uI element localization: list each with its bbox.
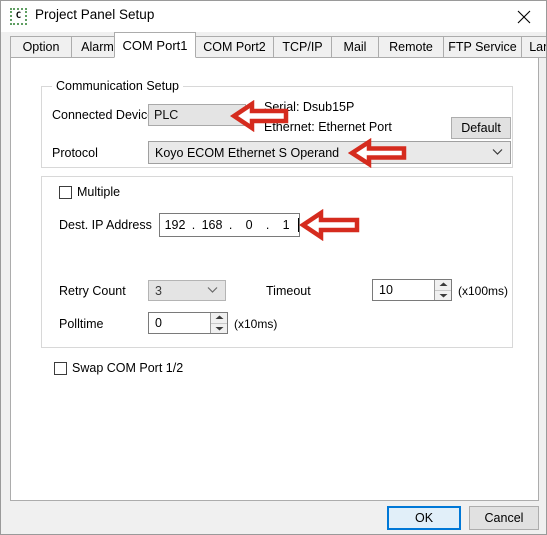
polltime-stepper[interactable]: 0 (148, 312, 228, 334)
chevron-down-icon (207, 286, 218, 296)
communication-setup-legend: Communication Setup (52, 79, 183, 93)
connected-device-label: Connected Device (52, 108, 155, 122)
tab-com-port1[interactable]: COM Port1 (114, 32, 196, 58)
polltime-value: 0 (155, 316, 162, 330)
tab-ftp-service[interactable]: FTP Service (443, 36, 522, 58)
protocol-value: Koyo ECOM Ethernet S Operand (155, 145, 340, 160)
app-c-icon: C (10, 8, 27, 25)
tab-com-port2[interactable]: COM Port2 (195, 36, 274, 58)
swap-com-port-checkbox[interactable]: Swap COM Port 1/2 (54, 361, 183, 375)
tab-tcp-ip[interactable]: TCP/IP (273, 36, 332, 58)
timeout-label: Timeout (266, 284, 311, 298)
spin-up-icon[interactable] (211, 313, 227, 324)
ip-separator-2: . (228, 218, 233, 232)
protocol-label: Protocol (52, 146, 98, 160)
dest-ip-field[interactable]: 192 . 168 . 0 . 1 (159, 213, 300, 237)
protocol-combo[interactable]: Koyo ECOM Ethernet S Operand (148, 141, 511, 164)
tab-remote[interactable]: Remote (378, 36, 444, 58)
multiple-checkbox[interactable]: Multiple (59, 185, 120, 199)
timeout-spin-buttons (434, 280, 451, 300)
timeout-units: (x100ms) (458, 284, 509, 298)
polltime-spin-buttons (210, 313, 227, 333)
checkbox-box (59, 185, 72, 199)
ok-button[interactable]: OK (387, 506, 461, 530)
ethernet-port-info: Ethernet: Ethernet Port (264, 120, 392, 134)
close-icon[interactable] (501, 1, 546, 32)
com-port1-page: Communication Setup Connected Device PLC… (10, 57, 539, 501)
text-caret (298, 218, 299, 232)
spin-up-icon[interactable] (435, 280, 451, 291)
dialog-footer: OK Cancel (1, 501, 546, 534)
dest-ip-label: Dest. IP Address (59, 218, 152, 232)
swap-com-port-label: Swap COM Port 1/2 (72, 361, 184, 375)
ip-separator-3: . (265, 218, 270, 232)
ip-octet-1[interactable]: 192 (160, 218, 190, 232)
spin-down-icon[interactable] (211, 324, 227, 334)
connected-device-field[interactable]: PLC (148, 104, 246, 126)
tab-strip: Option Alarm COM Port1 COM Port2 TCP/IP … (10, 32, 546, 58)
project-panel-setup-dialog: C Project Panel Setup Option Alarm COM P… (0, 0, 547, 535)
ip-octet-2[interactable]: 168 (197, 218, 227, 232)
timeout-stepper[interactable]: 10 (372, 279, 452, 301)
chevron-down-icon (492, 148, 503, 158)
default-button[interactable]: Default (451, 117, 511, 139)
window-title: Project Panel Setup (35, 7, 155, 22)
ip-octet-3[interactable]: 0 (234, 218, 264, 232)
polltime-label: Polltime (59, 317, 104, 331)
app-icon-glyph: C (15, 11, 22, 21)
spin-down-icon[interactable] (435, 291, 451, 301)
ip-separator-1: . (191, 218, 196, 232)
polltime-units: (x10ms) (234, 317, 278, 331)
multiple-label: Multiple (77, 185, 121, 199)
retry-count-value: 3 (155, 283, 162, 298)
tab-option[interactable]: Option (10, 36, 72, 58)
tab-mail[interactable]: Mail (331, 36, 379, 58)
title-bar: C Project Panel Setup (1, 1, 546, 32)
retry-count-combo[interactable]: 3 (148, 280, 226, 301)
cancel-button[interactable]: Cancel (469, 506, 539, 530)
checkbox-box (54, 361, 67, 375)
timeout-value: 10 (379, 283, 393, 297)
ip-octet-4[interactable]: 1 (271, 218, 301, 232)
serial-port-info: Serial: Dsub15P (264, 100, 355, 114)
retry-count-label: Retry Count (59, 284, 126, 298)
tab-language[interactable]: Language (521, 36, 546, 58)
